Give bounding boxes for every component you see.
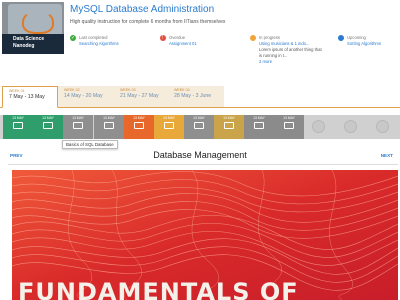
in-progress-more-link[interactable]: 2 more	[259, 59, 322, 65]
day-strip: 13 MAY 13 MAY 13 MAY 13 MAY 13 MAY 13 MA…	[0, 115, 400, 139]
course-subtitle: High quality instruction for complete 6 …	[70, 19, 226, 25]
monitor-icon	[284, 122, 294, 129]
check-circle-icon	[70, 35, 76, 41]
empty-day-circle[interactable]	[376, 120, 389, 133]
book-cover-title: FUNDAMENTALS OF	[18, 278, 299, 300]
tab-week-03[interactable]: WEEK 03 21 May - 27 May	[114, 86, 170, 107]
in-progress-item[interactable]: Lorem ipsum of another thing that is run…	[259, 47, 322, 59]
video-icon	[13, 122, 23, 129]
week-range: 7 May - 13 May	[9, 94, 45, 100]
day-item[interactable]: 13 MAY	[94, 115, 124, 139]
book-icon	[254, 122, 264, 129]
video-icon	[194, 122, 204, 129]
day-item[interactable]: 13 MAY	[63, 115, 93, 139]
upcoming-circle-icon	[338, 35, 344, 41]
day-item[interactable]: 13 MAY	[214, 115, 244, 139]
week-label: WEEK 03	[120, 88, 136, 92]
week-range: 14 May - 20 May	[64, 93, 103, 99]
book-icon	[104, 122, 114, 129]
course-thumbnail: T Data Science Nanodeg	[2, 2, 64, 54]
day-date: 13 MAY	[163, 116, 175, 120]
upcoming-link[interactable]: Sorting Algorithms	[347, 41, 400, 47]
day-item[interactable]: 13 MAY	[154, 115, 184, 139]
last-completed-link[interactable]: Searching Algorithms	[79, 41, 119, 47]
divider	[8, 164, 398, 165]
thumbnail-tag-text: Data Science Nanodeg	[13, 36, 45, 49]
video-icon	[73, 122, 83, 129]
week-label: WEEK 04	[174, 88, 190, 92]
last-completed: Last completed Searching Algorithms	[70, 35, 119, 47]
day-date: 13 MAY	[72, 116, 84, 120]
overdue-link[interactable]: Assignment 01	[169, 41, 197, 47]
empty-day-circle[interactable]	[312, 120, 325, 133]
day-date: 13 MAY	[103, 116, 115, 120]
next-button[interactable]: NEXT	[381, 153, 393, 158]
week-label: WEEK 02	[64, 88, 80, 92]
overdue: Overdue Assignment 01	[160, 35, 197, 47]
day-date: 13 MAY	[283, 116, 295, 120]
day-date: 13 MAY	[133, 116, 145, 120]
day-item[interactable]: 13 MAY	[244, 115, 274, 139]
thumbnail-tag: Data Science Nanodeg	[2, 34, 64, 54]
day-date: 13 MAY	[193, 116, 205, 120]
week-range: 28 May - 3 June	[174, 93, 212, 99]
course-title[interactable]: MySQL Database Administration	[70, 4, 214, 15]
day-date: 13 MAY	[42, 116, 54, 120]
day-item[interactable]: 13 MAY	[3, 115, 33, 139]
day-tooltip: Basics of SQL Database	[62, 140, 118, 149]
upcoming: Upcoming Sorting Algorithms	[338, 35, 400, 47]
lesson-title: Database Management	[153, 150, 247, 160]
day-item[interactable]: 13 MAY	[184, 115, 214, 139]
tab-week-04[interactable]: WEEK 04 28 May - 3 June	[168, 86, 224, 107]
week-label: WEEK 01	[9, 89, 25, 93]
week-range: 21 May - 27 May	[120, 93, 159, 99]
week-tabs: WEEK 01 7 May - 13 May WEEK 02 14 May - …	[0, 86, 400, 108]
book-cover: FUNDAMENTALS OF	[12, 170, 398, 300]
tab-week-02[interactable]: WEEK 02 14 May - 20 May	[58, 86, 114, 107]
document-icon	[224, 122, 234, 129]
day-date: 13 MAY	[223, 116, 235, 120]
empty-day-circle[interactable]	[344, 120, 357, 133]
alert-circle-icon	[160, 35, 166, 41]
progress-circle-icon	[250, 35, 256, 41]
day-item[interactable]: 13 MAY	[33, 115, 63, 139]
document-icon	[164, 122, 174, 129]
tab-week-01[interactable]: WEEK 01 7 May - 13 May	[2, 86, 58, 108]
day-date: 13 MAY	[253, 116, 265, 120]
in-progress: In progress Using musicians & 1 indo... …	[250, 35, 322, 65]
video-icon	[43, 122, 53, 129]
day-item[interactable]: 13 MAY	[274, 115, 304, 139]
day-date: 13 MAY	[12, 116, 24, 120]
day-item[interactable]: 13 MAY	[124, 115, 154, 139]
book-icon	[134, 122, 144, 129]
